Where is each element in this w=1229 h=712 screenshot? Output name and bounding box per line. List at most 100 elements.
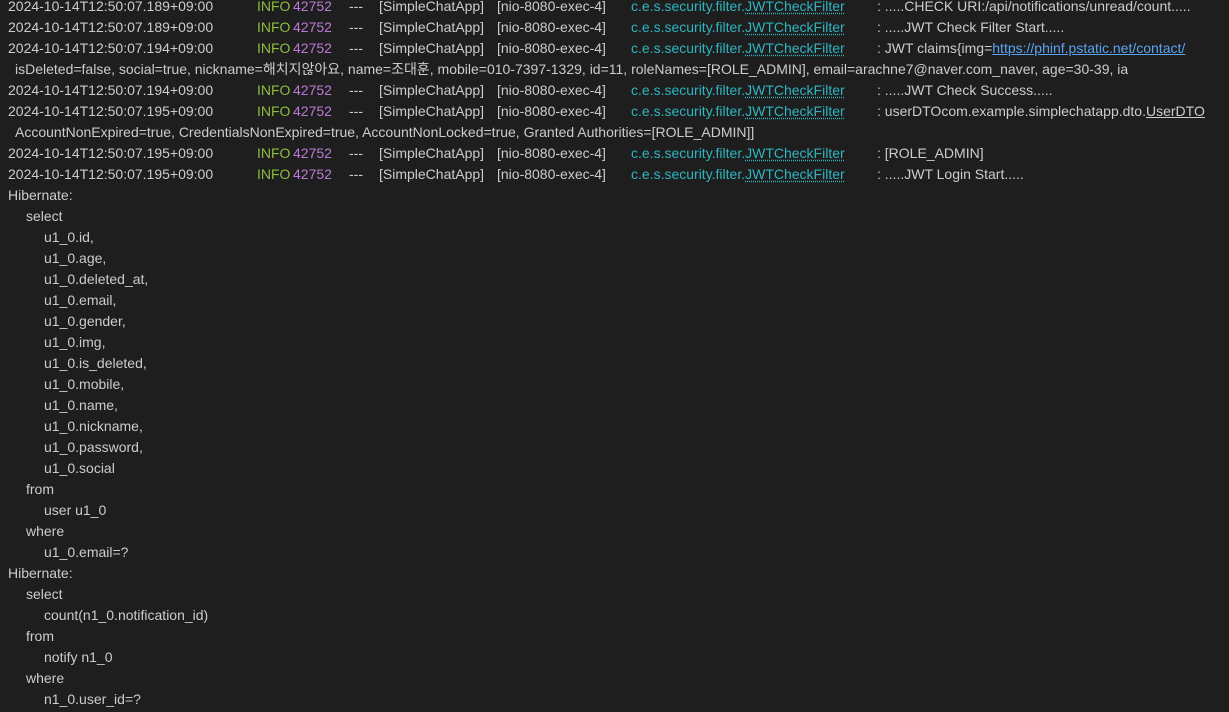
log-level: INFO: [257, 145, 291, 161]
sql-column: u1_0.email,: [44, 292, 117, 308]
sql-column: u1_0.password,: [44, 439, 143, 455]
log-logger[interactable]: c.e.s.security.filter.JWTCheckFilter: [631, 164, 845, 185]
log-separator: ---: [349, 145, 363, 161]
log-message: : .....JWT Login Start.....: [877, 166, 1024, 182]
log-logger-prefix: c.e.s.security.filter.: [631, 166, 746, 182]
sql-condition: u1_0.email=?: [44, 544, 129, 560]
sql-column: u1_0.id,: [44, 229, 94, 245]
log-line: 2024-10-14T12:50:07.194+09:00 INFO 42752…: [8, 38, 1229, 59]
log-pid: 42752: [293, 145, 332, 161]
log-pid: 42752: [293, 166, 332, 182]
sql-column: u1_0.age,: [44, 250, 107, 266]
log-thread: [nio-8080-exec-4]: [497, 40, 606, 56]
log-logger-prefix: c.e.s.security.filter.: [631, 40, 746, 56]
sql-table: notify n1_0: [44, 649, 113, 665]
sql-from-keyword: from: [26, 481, 54, 497]
log-level: INFO: [257, 103, 291, 119]
log-line: 2024-10-14T12:50:07.194+09:00 INFO 42752…: [8, 80, 1229, 101]
log-continuation-claims: isDeleted=false, social=true, nickname=해…: [15, 61, 1129, 77]
log-pid: 42752: [293, 103, 332, 119]
log-timestamp: 2024-10-14T12:50:07.195+09:00: [8, 103, 214, 119]
log-thread: [nio-8080-exec-4]: [497, 166, 606, 182]
log-line: 2024-10-14T12:50:07.195+09:00 INFO 42752…: [8, 143, 1229, 164]
log-level: INFO: [257, 82, 291, 98]
sql-table: user u1_0: [44, 502, 107, 518]
log-line: 2024-10-14T12:50:07.195+09:00 INFO 42752…: [8, 101, 1229, 122]
user-dto-class-link[interactable]: UserDTO: [1146, 103, 1205, 119]
log-logger[interactable]: c.e.s.security.filter.JWTCheckFilter: [631, 80, 845, 101]
log-level: INFO: [257, 40, 291, 56]
log-separator: ---: [349, 82, 363, 98]
log-message: : userDTOcom.example.simplechatapp.dto.U…: [877, 101, 1205, 122]
log-logger[interactable]: c.e.s.security.filter.JWTCheckFilter: [631, 101, 845, 122]
sql-condition: n1_0.user_id=?: [44, 691, 141, 707]
log-line: 2024-10-14T12:50:07.189+09:00 INFO 42752…: [8, 0, 1229, 17]
sql-column: u1_0.gender,: [44, 313, 126, 329]
log-timestamp: 2024-10-14T12:50:07.189+09:00: [8, 19, 214, 35]
hibernate-label: Hibernate:: [8, 187, 73, 203]
terminal-output: 2024-10-14T12:50:07.189+09:00 INFO 42752…: [0, 0, 1229, 708]
log-line: 2024-10-14T12:50:07.195+09:00 INFO 42752…: [8, 164, 1229, 185]
sql-select-keyword: select: [26, 586, 63, 602]
log-pid: 42752: [293, 19, 332, 35]
log-thread: [nio-8080-exec-4]: [497, 145, 606, 161]
log-logger[interactable]: c.e.s.security.filter.JWTCheckFilter: [631, 0, 845, 17]
log-logger[interactable]: c.e.s.security.filter.JWTCheckFilter: [631, 17, 845, 38]
log-logger-prefix: c.e.s.security.filter.: [631, 82, 746, 98]
log-logger-class-link[interactable]: JWTCheckFilter: [745, 82, 845, 98]
log-logger-class-link[interactable]: JWTCheckFilter: [745, 103, 845, 119]
log-logger-class-link[interactable]: JWTCheckFilter: [745, 40, 845, 56]
log-app: [SimpleChatApp]: [379, 145, 485, 161]
log-thread: [nio-8080-exec-4]: [497, 0, 606, 14]
log-continuation-user-dto: AccountNonExpired=true, CredentialsNonEx…: [15, 124, 755, 140]
log-app: [SimpleChatApp]: [379, 82, 485, 98]
log-logger-class-link[interactable]: JWTCheckFilter: [745, 166, 845, 182]
sql-column: count(n1_0.notification_id): [44, 607, 209, 623]
log-app: [SimpleChatApp]: [379, 166, 485, 182]
log-logger-class-link[interactable]: JWTCheckFilter: [745, 0, 845, 14]
image-url-link[interactable]: https://phinf.pstatic.net/contact/: [992, 40, 1185, 56]
log-message: : JWT claims{img=https://phinf.pstatic.n…: [877, 38, 1185, 59]
log-message: : .....JWT Check Filter Start.....: [877, 19, 1065, 35]
sql-column: u1_0.is_deleted,: [44, 355, 147, 371]
log-level: INFO: [257, 0, 291, 14]
sql-from-keyword: from: [26, 628, 54, 644]
log-level: INFO: [257, 166, 291, 182]
log-logger-class-link[interactable]: JWTCheckFilter: [745, 19, 845, 35]
log-separator: ---: [349, 103, 363, 119]
log-logger-class-link[interactable]: JWTCheckFilter: [745, 145, 845, 161]
log-app: [SimpleChatApp]: [379, 19, 485, 35]
sql-select-keyword: select: [26, 208, 63, 224]
log-app: [SimpleChatApp]: [379, 0, 485, 14]
log-pid: 42752: [293, 40, 332, 56]
log-thread: [nio-8080-exec-4]: [497, 103, 606, 119]
log-message-text: : userDTOcom.example.simplechatapp.dto.: [877, 103, 1146, 119]
sql-where-keyword: where: [26, 523, 65, 539]
sql-column: u1_0.deleted_at,: [44, 271, 149, 287]
log-pid: 42752: [293, 0, 332, 14]
sql-column: u1_0.name,: [44, 397, 118, 413]
sql-column: u1_0.social: [44, 460, 115, 476]
log-timestamp: 2024-10-14T12:50:07.195+09:00: [8, 145, 214, 161]
log-thread: [nio-8080-exec-4]: [497, 19, 606, 35]
log-message: : [ROLE_ADMIN]: [877, 145, 984, 161]
log-message: : .....CHECK URI:/api/notifications/unre…: [877, 0, 1191, 14]
log-timestamp: 2024-10-14T12:50:07.194+09:00: [8, 82, 214, 98]
log-logger[interactable]: c.e.s.security.filter.JWTCheckFilter: [631, 38, 845, 59]
hibernate-label: Hibernate:: [8, 565, 73, 581]
log-message-text: : JWT claims{img=: [877, 40, 993, 56]
log-timestamp: 2024-10-14T12:50:07.194+09:00: [8, 40, 214, 56]
log-logger[interactable]: c.e.s.security.filter.JWTCheckFilter: [631, 143, 845, 164]
log-timestamp: 2024-10-14T12:50:07.195+09:00: [8, 166, 214, 182]
log-message: : .....JWT Check Success.....: [877, 82, 1053, 98]
log-pid: 42752: [293, 82, 332, 98]
log-logger-prefix: c.e.s.security.filter.: [631, 145, 746, 161]
log-separator: ---: [349, 40, 363, 56]
log-timestamp: 2024-10-14T12:50:07.189+09:00: [8, 0, 214, 14]
log-line: 2024-10-14T12:50:07.189+09:00 INFO 42752…: [8, 17, 1229, 38]
log-separator: ---: [349, 19, 363, 35]
log-logger-prefix: c.e.s.security.filter.: [631, 19, 746, 35]
log-thread: [nio-8080-exec-4]: [497, 82, 606, 98]
log-separator: ---: [349, 166, 363, 182]
log-level: INFO: [257, 19, 291, 35]
